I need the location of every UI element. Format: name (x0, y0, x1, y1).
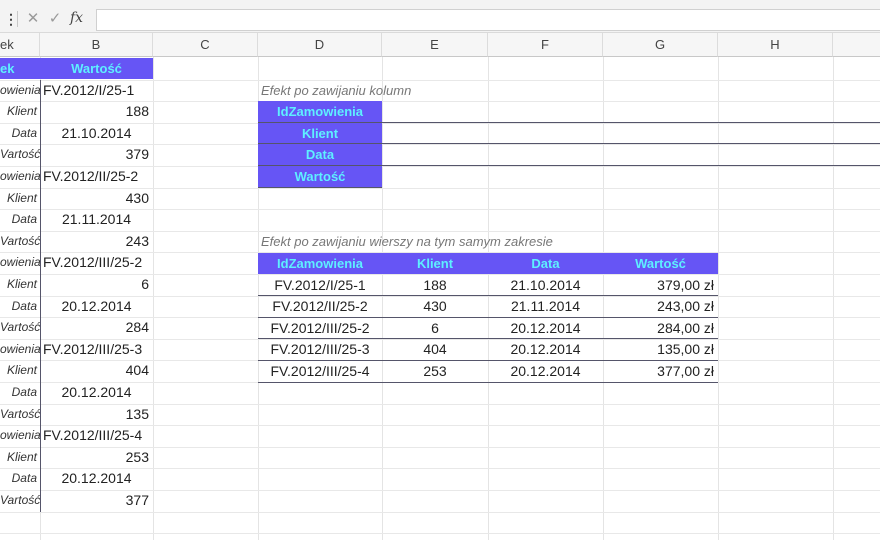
column-header-i[interactable] (833, 33, 880, 57)
list-label[interactable]: owienia (0, 252, 40, 273)
list-value[interactable]: 20.12.2014 (40, 296, 153, 317)
list-label[interactable]: Klient (0, 447, 40, 468)
list-value[interactable]: FV.2012/III/25-3 (40, 339, 153, 360)
row-wrap-cell[interactable]: 379,00 zł (603, 275, 718, 296)
list-value[interactable]: 284 (40, 317, 153, 338)
insert-function-icon[interactable]: fx (70, 8, 92, 28)
list-value[interactable]: 430 (40, 188, 153, 209)
row-wrap-header[interactable]: IdZamowienia (258, 253, 382, 274)
list-label[interactable]: Vartość (0, 317, 40, 338)
list-value[interactable]: FV.2012/III/25-4 (40, 425, 153, 446)
grid-row-line (0, 533, 880, 535)
row-wrap-cell[interactable]: FV.2012/I/25-1 (258, 275, 382, 296)
column-b-header-cell[interactable]: Wartość (40, 58, 153, 79)
column-a-header-cell[interactable]: ek (0, 58, 40, 79)
column-header-b[interactable]: B (40, 33, 153, 57)
list-value[interactable]: FV.2012/II/25-2 (40, 166, 153, 187)
list-value[interactable]: 253 (40, 447, 153, 468)
list-value[interactable]: 21.10.2014 (40, 123, 153, 144)
row-wrap-cell[interactable]: 243,00 zł (603, 296, 718, 317)
grid-row-line (0, 511, 880, 513)
list-label[interactable]: Klient (0, 360, 40, 381)
list-value[interactable]: 135 (40, 404, 153, 425)
list-label[interactable]: Klient (0, 101, 40, 122)
list-value[interactable]: 243 (40, 231, 153, 252)
column-wrap-caption: Efekt po zawijaniu kolumn (261, 83, 412, 98)
formula-bar-separator (17, 11, 18, 27)
column-wrap-bottom-line (258, 187, 382, 189)
row-wrap-header[interactable]: Data (488, 253, 603, 274)
row-wrap-cell[interactable]: 6 (382, 318, 488, 339)
list-label[interactable]: Data (0, 296, 40, 317)
list-label[interactable]: Data (0, 123, 40, 144)
row-wrap-cell[interactable]: 430 (382, 296, 488, 317)
row-wrap-cell[interactable]: FV.2012/II/25-2 (258, 296, 382, 317)
column-wrap-header[interactable]: Data (258, 144, 382, 166)
row-wrap-header[interactable]: Klient (382, 253, 488, 274)
list-value[interactable]: 379 (40, 144, 153, 165)
formula-bar: ⋮ ✕ ✓ fx (0, 6, 880, 33)
row-wrap-cell[interactable]: 21.10.2014 (488, 275, 603, 296)
formula-input[interactable] (96, 9, 880, 31)
list-label[interactable]: Data (0, 468, 40, 489)
list-label[interactable]: Data (0, 382, 40, 403)
list-label[interactable]: Vartość (0, 231, 40, 252)
list-value[interactable]: 404 (40, 360, 153, 381)
column-wrap-header[interactable]: Wartość (258, 165, 382, 187)
row-wrap-cell[interactable]: 21.11.2014 (488, 296, 603, 317)
list-value[interactable]: 20.12.2014 (40, 468, 153, 489)
column-header-a[interactable]: ek (0, 33, 40, 57)
row-wrap-cell[interactable]: 20.12.2014 (488, 339, 603, 360)
list-label[interactable]: owienia (0, 166, 40, 187)
row-wrap-cell[interactable]: 377,00 zł (603, 361, 718, 382)
list-label[interactable]: Data (0, 209, 40, 230)
row-wrap-cell[interactable]: FV.2012/III/25-4 (258, 361, 382, 382)
column-header-h[interactable]: H (718, 33, 833, 57)
column-header-g[interactable]: G (603, 33, 718, 57)
list-border-line (40, 79, 41, 512)
list-value[interactable]: FV.2012/I/25-1 (40, 80, 153, 101)
list-label[interactable]: Klient (0, 274, 40, 295)
cancel-icon[interactable]: ✕ (24, 9, 42, 29)
list-value[interactable]: 188 (40, 101, 153, 122)
row-wrap-cell[interactable]: 20.12.2014 (488, 318, 603, 339)
list-label[interactable]: owienia (0, 80, 40, 101)
row-wrap-cell[interactable]: 135,00 zł (603, 339, 718, 360)
list-label[interactable]: Klient (0, 188, 40, 209)
row-wrap-cell[interactable]: 253 (382, 361, 488, 382)
column-header-f[interactable]: F (488, 33, 603, 57)
column-wrap-header[interactable]: Klient (258, 122, 382, 144)
list-value[interactable]: 6 (40, 274, 153, 295)
list-label[interactable]: Vartość (0, 144, 40, 165)
row-wrap-cell[interactable]: 188 (382, 275, 488, 296)
column-header-e[interactable]: E (382, 33, 488, 57)
column-wrap-header[interactable]: IdZamowienia (258, 101, 382, 122)
list-label[interactable]: owienia (0, 339, 40, 360)
list-value[interactable]: 20.12.2014 (40, 382, 153, 403)
list-label[interactable]: owienia (0, 425, 40, 446)
row-wrap-cell[interactable]: FV.2012/III/25-3 (258, 339, 382, 360)
list-label[interactable]: Vartość (0, 490, 40, 511)
row-wrap-row-line (258, 381, 718, 383)
row-wrap-caption: Efekt po zawijaniu wierszy na tym samym … (261, 234, 553, 249)
list-value[interactable]: 377 (40, 490, 153, 511)
row-wrap-header[interactable]: Wartość (603, 253, 718, 274)
row-wrap-cell[interactable]: 284,00 zł (603, 318, 718, 339)
list-value[interactable]: 21.11.2014 (40, 209, 153, 230)
column-header-d[interactable]: D (258, 33, 382, 57)
row-wrap-cell[interactable]: FV.2012/III/25-2 (258, 318, 382, 339)
name-box-menu-icon[interactable]: ⋮ (4, 9, 18, 29)
row-wrap-cell[interactable]: 20.12.2014 (488, 361, 603, 382)
column-header-c[interactable]: C (153, 33, 258, 57)
list-label[interactable]: Vartość (0, 404, 40, 425)
enter-icon[interactable]: ✓ (46, 9, 64, 29)
list-value[interactable]: FV.2012/III/25-2 (40, 252, 153, 273)
row-wrap-cell[interactable]: 404 (382, 339, 488, 360)
